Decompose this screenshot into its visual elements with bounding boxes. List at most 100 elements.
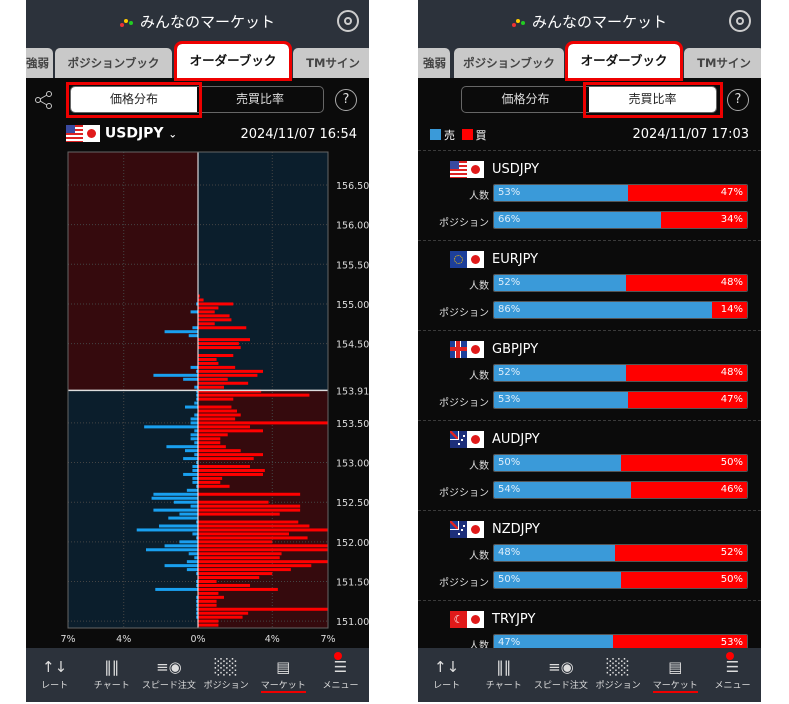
pair-name: ☾ TRYJPY [450, 611, 535, 628]
buy-ratio: 47% [628, 392, 747, 408]
buy-ratio: 53% [612, 635, 747, 648]
tab-position-book[interactable]: ポジションブック [55, 48, 172, 78]
buy-order-bar [198, 314, 230, 318]
sell-order-bar [183, 377, 198, 381]
position-ratio-bar: 54% 46% [493, 481, 748, 499]
sell-ratio: 86% [494, 302, 712, 318]
legend-buy: 買 [475, 129, 487, 142]
buy-ratio: 50% [620, 455, 747, 471]
buy-order-bar [198, 413, 241, 417]
row-label-people: 人数 [469, 191, 489, 202]
tab-tm-signal[interactable]: TMサイン [293, 48, 369, 78]
sell-ratio: 48% [494, 545, 616, 561]
sell-order-bar [155, 587, 198, 591]
nav-item-menu-list[interactable]: ☰ メニュー [312, 648, 369, 702]
currency-ratio-list[interactable]: USDJPY 人数 53% 47% ポジション 66% 34% EURJPY 人数 52% 4… [418, 150, 761, 648]
trjpy-flag-icon: ☾ [450, 611, 484, 628]
tab-bar: 強弱 ポジションブック オーダーブック TMサイン [418, 40, 761, 81]
sell-order-bar [194, 556, 198, 560]
nav-item-speed-order[interactable]: ≡◉ スピード注文 [140, 648, 197, 702]
nav-item-rate-arrows[interactable]: ↑↓ レート [418, 648, 475, 702]
pair-name-text: TRYJPY [492, 612, 536, 627]
buy-order-bar [198, 449, 241, 453]
help-button[interactable]: ? [335, 89, 357, 111]
currency-pair-selector[interactable]: USDJPY ⌄ [66, 125, 177, 142]
tab-position-book[interactable]: ポジションブック [454, 48, 564, 78]
nav-item-rate-arrows[interactable]: ↑↓ レート [26, 648, 83, 702]
position-ratio-bar: 86% 14% [493, 301, 748, 319]
buy-order-bar [198, 504, 301, 508]
segment-price-distribution[interactable]: 価格分布 [462, 87, 589, 112]
sell-order-bar [146, 548, 198, 552]
tab-tm-signal[interactable]: TMサイン [684, 48, 761, 78]
nav-item-speed-order[interactable]: ≡◉ スピード注文 [532, 648, 589, 702]
buy-order-bar [198, 544, 328, 548]
gear-icon[interactable] [729, 10, 751, 32]
speed-order-icon: ≡◉ [156, 658, 182, 676]
sell-order-bar [194, 401, 198, 405]
pair-name: EURJPY [450, 251, 538, 268]
buy-order-bar [198, 568, 291, 572]
x-tick-label: 7% [60, 634, 75, 645]
nav-item-candlestick[interactable]: ‖‖ チャート [475, 648, 532, 702]
nav-item-newspaper[interactable]: ▤ マーケット [255, 648, 312, 702]
y-tick-label: 156.00 [336, 221, 369, 232]
buy-order-bar [198, 572, 273, 576]
buy-order-bar [198, 318, 232, 322]
sell-order-bar [192, 476, 198, 480]
buy-order-bar [198, 298, 204, 302]
buy-ratio: 50% [620, 572, 747, 588]
sell-order-bar [194, 413, 198, 417]
sell-order-bar [190, 421, 198, 425]
nav-item-position-bars[interactable]: ░░ ポジション [198, 648, 255, 702]
tab-strength[interactable]: 強弱 [418, 48, 450, 78]
buy-order-bar [198, 421, 328, 425]
sell-order-bar [194, 441, 198, 445]
nav-item-candlestick[interactable]: ‖‖ チャート [83, 648, 140, 702]
buy-order-bar [198, 532, 289, 536]
row-label-position: ポジション [439, 218, 489, 229]
pair-name: AUDJPY [450, 431, 540, 448]
newspaper-icon: ▤ [276, 658, 291, 676]
tab-order-book[interactable]: オーダーブック [174, 41, 292, 81]
nav-item-newspaper[interactable]: ▤ マーケット [647, 648, 704, 702]
nav-label: スピード注文 [141, 681, 196, 691]
nav-label: レート [41, 681, 69, 691]
segment-buy-sell-ratio[interactable]: 売買比率 [197, 87, 323, 112]
pair-name-text: EURJPY [492, 252, 539, 267]
help-button[interactable]: ? [727, 89, 749, 111]
tab-strength[interactable]: 強弱 [26, 48, 53, 78]
share-icon[interactable] [34, 90, 54, 110]
sell-order-bar [190, 433, 198, 437]
nav-item-menu-list[interactable]: ☰ メニュー [704, 648, 761, 702]
buy-ratio: 34% [660, 212, 747, 228]
buy-order-bar [198, 587, 278, 591]
people-ratio-bar: 50% 50% [493, 454, 748, 472]
pair-ratio-item: NZDJPY 人数 48% 52% ポジション 50% 50% [418, 510, 761, 600]
buy-order-bar [198, 607, 328, 611]
sell-order-bar [190, 504, 198, 508]
order-distribution-chart: 156.50 156.00 155.50 155.00 154.50 153.91 153.… [60, 151, 369, 645]
position-ratio-bar: 53% 47% [493, 391, 748, 409]
pair-ratio-item: EURJPY 人数 52% 48% ポジション 86% 14% [418, 240, 761, 330]
people-ratio-bar: 47% 53% [493, 634, 748, 648]
row-label-position: ポジション [439, 578, 489, 589]
sell-ratio: 50% [494, 572, 621, 588]
x-tick-label: 7% [320, 634, 335, 645]
tab-order-book[interactable]: オーダーブック [565, 41, 683, 81]
sell-order-bar [183, 457, 198, 461]
gear-icon[interactable] [337, 10, 359, 32]
buy-order-bar [198, 591, 219, 595]
pair-ratio-item: GBPJPY 人数 52% 48% ポジション 53% 47% [418, 330, 761, 420]
row-label-people: 人数 [469, 371, 489, 382]
order-book-buy-sell-ratio-screen: みんなのマーケット 強弱 ポジションブック オーダーブック TMサイン 価格分布… [418, 0, 761, 702]
buy-order-bar [198, 528, 328, 532]
sell-order-bar [144, 425, 198, 429]
eujpy-flag-icon [450, 251, 484, 268]
sell-order-bar [192, 326, 198, 330]
y-tick-label: 154.50 [336, 340, 369, 351]
buy-ratio: 47% [628, 185, 747, 201]
nav-item-position-bars[interactable]: ░░ ポジション [590, 648, 647, 702]
legend: 売 買 [430, 127, 487, 143]
candlestick-icon: ‖‖ [104, 658, 120, 676]
